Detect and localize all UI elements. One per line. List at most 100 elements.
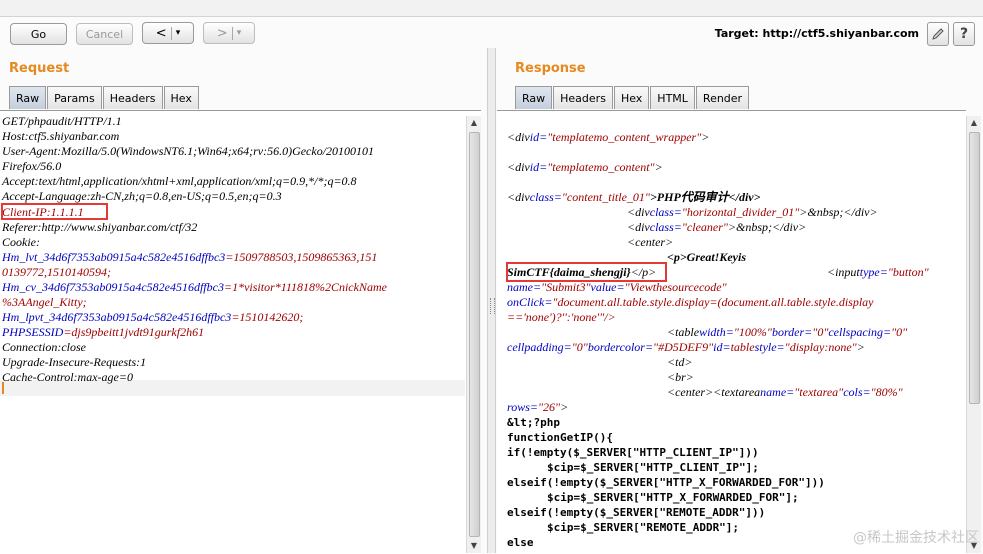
help-icon: ?	[959, 26, 969, 42]
tab-request-headers[interactable]: Headers	[102, 86, 163, 109]
php-line: else	[507, 536, 534, 549]
cookie-value-cont: %3AAngel_Kitty;	[2, 295, 87, 309]
attr: class=	[649, 205, 682, 219]
request-line: GET/phpaudit/HTTP/1.1	[2, 114, 122, 128]
attr: cellpadding=	[507, 340, 572, 354]
tag: <input	[827, 265, 860, 279]
attr: width=	[699, 325, 734, 339]
tab-request-params[interactable]: Params	[47, 86, 102, 109]
forward-button[interactable]: > ▾	[203, 22, 255, 44]
divider-grip	[490, 298, 495, 314]
request-line: Accept-Language:zh-CN,zh;q=0.8,en-US;q=0…	[2, 189, 282, 203]
attr: border=	[771, 325, 813, 339]
response-line: cellpadding="0"bordercolor="#D5DEF9"id=t…	[507, 340, 865, 355]
cookie-name: PHPSESSID	[2, 325, 64, 339]
value: "horizontal_divider_01"	[681, 205, 800, 219]
cancel-button[interactable]: Cancel	[76, 23, 133, 45]
tag: <div	[507, 190, 530, 204]
php-line: elseif(!empty($_SERVER["HTTP_X_FORWARDED…	[507, 476, 825, 489]
value: "#D5DEF9"	[653, 340, 714, 354]
attr: cols=	[843, 385, 871, 399]
response-line: <td>	[667, 355, 693, 369]
value: table	[730, 340, 755, 354]
top-strip	[0, 0, 983, 17]
php-line: $cip=$_SERVER["HTTP_CLIENT_IP"];	[547, 461, 759, 474]
pane-divider[interactable]	[487, 48, 496, 553]
back-button[interactable]: < ▾	[142, 22, 194, 44]
tab-request-raw[interactable]: Raw	[9, 86, 47, 109]
edit-target-button[interactable]	[927, 22, 949, 46]
response-viewer[interactable]: <divid="templatemo_content_wrapper"> <di…	[497, 110, 966, 554]
request-line: Referer:http://www.shiyanbar.com/ctf/32	[2, 220, 198, 234]
cookie-value: =1509788503,1509865363,151	[225, 250, 378, 264]
value: "button"	[887, 265, 929, 279]
response-line: <br>	[667, 370, 694, 384]
request-editor[interactable]: GET/phpaudit/HTTP/1.1 Host:ctf5.shiyanba…	[0, 110, 481, 554]
php-line: &lt;?php	[507, 416, 560, 429]
response-line: <center><textareaname="textarea"cols="80…	[667, 385, 903, 400]
request-scrollbar[interactable]: ▲ ▼	[466, 116, 481, 553]
request-line: Cache-Control:max-age=0	[2, 370, 133, 384]
response-line: rows="26">	[507, 400, 568, 415]
response-line: onClick="document.all.table.style.displa…	[507, 295, 874, 310]
request-line: Connection:close	[2, 340, 86, 354]
value: "0"	[891, 325, 908, 339]
target-label: Target: http://ctf5.shiyanbar.com	[714, 27, 919, 40]
response-scroll-thumb[interactable]	[969, 132, 980, 404]
tag: >PHP代码审计</div>	[649, 190, 761, 204]
cookie-line: PHPSESSID=djs9pbeitt1jvdt91gurkf2h61	[2, 325, 204, 340]
attr: id=	[713, 340, 731, 354]
attr: id=	[529, 160, 548, 174]
php-line: elseif(!empty($_SERVER["REMOTE_ADDR"]))	[507, 506, 766, 519]
attr: bordercolor=	[587, 340, 654, 354]
tag: <div	[507, 160, 530, 174]
attr: value=	[590, 280, 625, 294]
response-line: <tablewidth="100%"border="0"cellspacing=…	[667, 325, 907, 340]
tag: <div	[627, 205, 650, 219]
tab-response-headers[interactable]: Headers	[553, 86, 613, 109]
value: "templatemo_content_wrapper"	[547, 130, 702, 144]
back-arrow-icon: <	[155, 25, 167, 41]
tab-request-hex[interactable]: Hex	[163, 86, 199, 109]
value: "0"	[571, 340, 588, 354]
request-tabs: Raw Params Headers Hex	[9, 86, 200, 110]
response-line: <divclass="content_title_01">PHP代码审计</di…	[507, 190, 760, 205]
value: "0"	[812, 325, 829, 339]
value: "Submit3"	[541, 280, 591, 294]
cancel-label: Cancel	[85, 27, 124, 41]
value: "100%"	[733, 325, 772, 339]
attr: class=	[529, 190, 562, 204]
cookie-line: Hm_cv_34d6f7353ab0915a4c582e4516dffbc3=1…	[2, 280, 387, 295]
flag-highlight-box	[506, 262, 667, 282]
attr: rows=	[507, 400, 538, 414]
forward-menu-icon: ▾	[236, 28, 242, 38]
client-ip-highlight-box	[1, 203, 108, 220]
tab-response-hex[interactable]: Hex	[613, 86, 650, 109]
request-line: User-Agent:Mozilla/5.0(WindowsNT6.1;Win6…	[2, 144, 375, 158]
response-tabs: Raw Headers Hex HTML Render	[515, 86, 750, 110]
scroll-down-icon[interactable]: ▼	[467, 539, 481, 553]
attr: name=	[760, 385, 795, 399]
tab-response-raw[interactable]: Raw	[515, 86, 553, 109]
attr: type=	[859, 265, 888, 279]
php-line: if(!empty($_SERVER["HTTP_CLIENT_IP"]))	[507, 446, 759, 459]
pencil-icon	[932, 28, 944, 40]
go-label: Go	[30, 27, 47, 41]
tab-response-html[interactable]: HTML	[650, 86, 695, 109]
response-title: Response	[515, 61, 586, 76]
go-button[interactable]: Go	[10, 23, 67, 45]
help-button[interactable]: ?	[953, 22, 975, 46]
tag: >	[560, 400, 569, 414]
response-line-key: <p>Great!Keyis	[667, 250, 747, 264]
tab-response-render[interactable]: Render	[695, 86, 750, 109]
attr: name=	[507, 280, 542, 294]
request-scroll-thumb[interactable]	[469, 132, 480, 537]
response-line: name="Submit3"value="Viewthesourcecode"	[507, 280, 727, 295]
value: "textarea"	[794, 385, 844, 399]
back-menu-icon: ▾	[175, 28, 181, 38]
request-line: Accept:text/html,application/xhtml+xml,a…	[2, 174, 357, 188]
response-line: <divid="templatemo_content_wrapper">	[507, 130, 709, 145]
scroll-up-icon[interactable]: ▲	[967, 116, 981, 130]
response-scrollbar[interactable]: ▲ ▼	[966, 116, 981, 553]
scroll-up-icon[interactable]: ▲	[467, 116, 481, 130]
